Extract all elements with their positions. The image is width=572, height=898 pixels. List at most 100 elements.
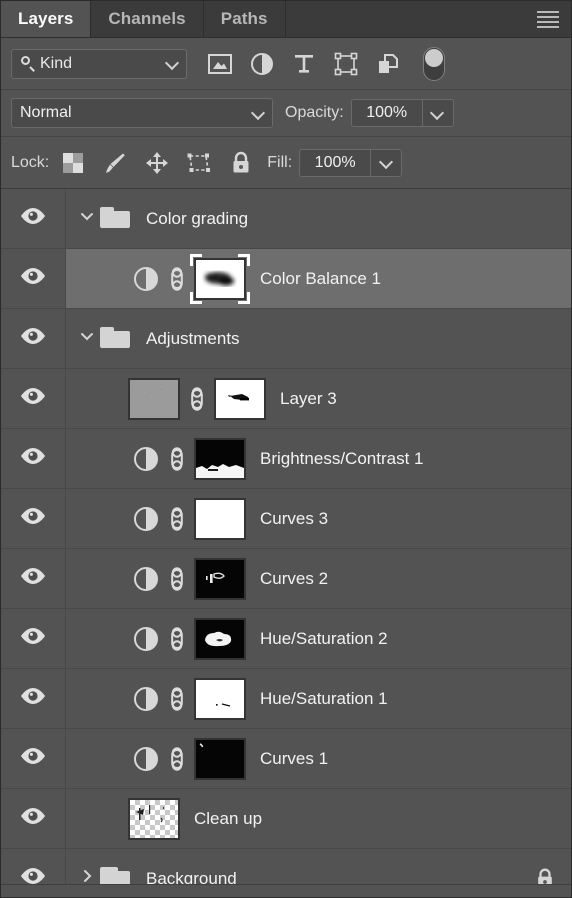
layer-visibility-toggle[interactable] <box>1 549 66 608</box>
layer-mask-thumbnail[interactable] <box>194 437 246 480</box>
lock-all-icon[interactable] <box>227 150 255 176</box>
filter-adjustment-layers-icon[interactable] <box>249 51 275 77</box>
layer-mask-image <box>194 737 246 780</box>
chevron-down-icon <box>253 108 264 119</box>
link-mask-icon[interactable] <box>166 624 188 654</box>
filter-enable-toggle[interactable] <box>423 46 445 81</box>
adjustment-layer-icon[interactable] <box>132 445 160 473</box>
link-mask-icon[interactable] <box>166 564 188 594</box>
lock-label: Lock: <box>11 153 50 171</box>
layer-visibility-toggle[interactable] <box>1 249 66 308</box>
layer-row[interactable]: Curves 1 <box>1 729 571 789</box>
filter-row: Kind <box>1 38 571 90</box>
fill-dropdown-button[interactable] <box>371 150 401 176</box>
filter-shape-layers-icon[interactable] <box>333 51 359 77</box>
layer-visibility-toggle[interactable] <box>1 609 66 668</box>
layer-mask-thumbnail[interactable] <box>194 737 246 780</box>
layer-row-body: Brightness/Contrast 1 <box>66 429 571 488</box>
layer-mask-thumbnail[interactable] <box>194 497 246 540</box>
tab-channels[interactable]: Channels <box>91 1 204 37</box>
link-mask-icon[interactable] <box>166 684 188 714</box>
layer-mask-thumbnail[interactable] <box>190 253 250 304</box>
layer-name-label[interactable]: Adjustments <box>146 329 240 349</box>
layer-mask-thumbnail[interactable] <box>214 377 266 420</box>
layer-name-label[interactable]: Brightness/Contrast 1 <box>260 449 423 469</box>
link-mask-icon[interactable] <box>166 744 188 774</box>
adjustment-layer-icon[interactable] <box>132 685 160 713</box>
lock-transparent-pixels-icon[interactable] <box>59 150 87 176</box>
eye-visibility-icon <box>20 627 46 650</box>
layer-visibility-toggle[interactable] <box>1 669 66 728</box>
filter-kind-select[interactable]: Kind <box>11 48 187 79</box>
lock-artboard-nesting-icon[interactable] <box>185 150 213 176</box>
adjustment-layer-icon[interactable] <box>132 505 160 533</box>
layer-row[interactable]: Hue/Saturation 2 <box>1 609 571 669</box>
layer-visibility-toggle[interactable] <box>1 489 66 548</box>
opacity-dropdown-button[interactable] <box>423 100 453 126</box>
link-mask-icon[interactable] <box>186 384 208 414</box>
adjustment-layer-icon[interactable] <box>132 265 160 293</box>
search-icon <box>20 55 36 72</box>
blend-mode-select[interactable]: Normal <box>11 98 273 128</box>
layer-row[interactable]: Adjustments <box>1 309 571 369</box>
layer-visibility-toggle[interactable] <box>1 309 66 368</box>
layer-mask-thumbnail[interactable] <box>194 617 246 660</box>
layer-visibility-toggle[interactable] <box>1 729 66 788</box>
layer-row[interactable]: Curves 2 <box>1 549 571 609</box>
group-disclosure-open[interactable] <box>76 328 98 349</box>
layer-row-body: Curves 3 <box>66 489 571 548</box>
layer-row-body: Color Balance 1 <box>66 249 571 308</box>
adjustment-layer-icon[interactable] <box>132 745 160 773</box>
filter-pixel-layers-icon[interactable] <box>207 51 233 77</box>
layer-name-label[interactable]: Curves 2 <box>260 569 328 589</box>
tab-paths-label: Paths <box>220 9 268 28</box>
layer-name-label[interactable]: Layer 3 <box>280 389 337 409</box>
lock-image-pixels-icon[interactable] <box>101 150 129 176</box>
layer-row[interactable]: Layer 3 <box>1 369 571 429</box>
link-mask-icon[interactable] <box>166 444 188 474</box>
lock-position-icon[interactable] <box>143 150 171 176</box>
blend-mode-value: Normal <box>20 104 72 121</box>
group-disclosure-open[interactable] <box>76 208 98 229</box>
chevron-down-icon <box>381 157 392 168</box>
layer-row[interactable]: Hue/Saturation 1 <box>1 669 571 729</box>
layer-name-label[interactable]: Curves 3 <box>260 509 328 529</box>
link-mask-icon[interactable] <box>166 264 188 294</box>
layer-row[interactable]: Curves 3 <box>1 489 571 549</box>
layer-visibility-toggle[interactable] <box>1 369 66 428</box>
layer-row[interactable]: Brightness/Contrast 1 <box>1 429 571 489</box>
layer-name-label[interactable]: Color grading <box>146 209 248 229</box>
tab-paths[interactable]: Paths <box>204 1 286 37</box>
layer-name-label[interactable]: Clean up <box>194 809 262 829</box>
layer-thumbnail[interactable] <box>128 377 180 420</box>
layer-name-label[interactable]: Hue/Saturation 1 <box>260 689 388 709</box>
eye-visibility-icon <box>20 567 46 590</box>
filter-smart-object-layers-icon[interactable] <box>375 51 401 77</box>
layer-row[interactable]: Color grading <box>1 189 571 249</box>
opacity-value[interactable]: 100% <box>352 100 423 126</box>
layer-mask-thumbnail[interactable] <box>194 557 246 600</box>
chevron-down-icon <box>432 108 443 119</box>
layer-row[interactable]: Color Balance 1 <box>1 249 571 309</box>
layer-name-label[interactable]: Curves 1 <box>260 749 328 769</box>
layer-row[interactable]: Clean up <box>1 789 571 849</box>
layer-visibility-toggle[interactable] <box>1 789 66 848</box>
layer-name-label[interactable]: Hue/Saturation 2 <box>260 629 388 649</box>
adjustment-layer-icon[interactable] <box>132 565 160 593</box>
layer-visibility-toggle[interactable] <box>1 189 66 248</box>
tab-layers[interactable]: Layers <box>1 1 92 37</box>
adjustment-layer-icon[interactable] <box>132 625 160 653</box>
fill-value[interactable]: 100% <box>300 149 372 176</box>
layer-thumbnail[interactable] <box>128 797 180 840</box>
layer-mask-image <box>194 497 246 540</box>
layer-mask-image <box>194 437 246 480</box>
layer-visibility-toggle[interactable] <box>1 429 66 488</box>
layer-mask-image <box>194 617 246 660</box>
opacity-field[interactable]: 100% <box>350 99 454 127</box>
layer-mask-thumbnail[interactable] <box>194 677 246 720</box>
filter-type-layers-icon[interactable] <box>291 51 317 77</box>
layer-name-label[interactable]: Color Balance 1 <box>260 269 381 289</box>
fill-field[interactable]: 100% <box>299 148 403 177</box>
link-mask-icon[interactable] <box>166 504 188 534</box>
panel-menu-button[interactable] <box>525 1 571 37</box>
